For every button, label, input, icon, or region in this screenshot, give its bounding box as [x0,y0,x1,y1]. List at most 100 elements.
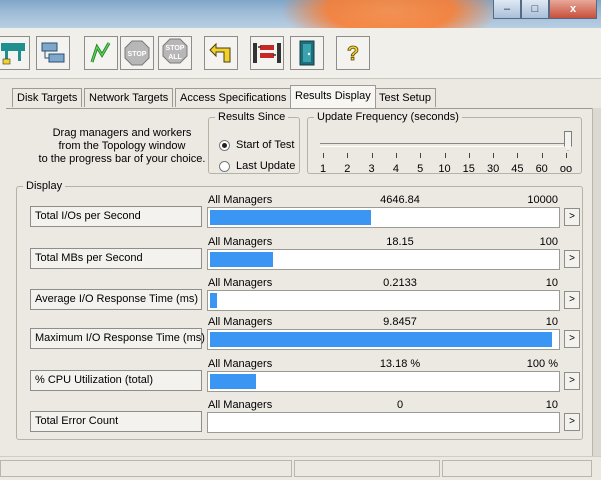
radio-last-update[interactable]: Last Update [219,160,295,172]
row-source-label: All Managers [208,358,273,370]
frequency-tick-label: 2 [344,163,351,175]
status-bar [0,456,601,480]
frequency-tick-label: oo [559,163,573,175]
svg-text:ALL: ALL [168,54,182,61]
close-button[interactable]: x [549,0,597,19]
progress-bar[interactable] [207,249,560,270]
row-source-label: All Managers [208,316,273,328]
tab-access-specifications[interactable]: Access Specifications [175,88,292,107]
update-frequency-title: Update Frequency (seconds) [317,111,459,123]
row-current-value: 0.2133 [383,277,417,289]
expand-button[interactable]: > [564,330,580,348]
svg-text:STOP: STOP [166,45,185,52]
expand-button[interactable]: > [564,250,580,268]
frequency-tick-mark [566,153,567,158]
row-current-value: 9.8457 [383,316,417,328]
drag-instructions: Drag managers and workers from the Topol… [22,127,222,166]
help-icon: ? [341,40,365,66]
tab-disk-targets[interactable]: Disk Targets [12,88,83,107]
network-workers-button[interactable] [36,36,70,70]
frequency-tick-mark [371,153,373,158]
metric-select-button[interactable]: Total Error Count [30,411,202,432]
radio-start-of-test-label: Start of Test [236,139,295,151]
metric-select-button[interactable]: % CPU Utilization (total) [30,370,202,391]
progress-bar-fill [210,293,217,308]
new-manager-button[interactable] [250,36,284,70]
title-bar-glow [280,0,500,28]
stop-all-button[interactable]: STOP ALL [158,36,192,70]
tab-network-targets[interactable]: Network Targets [84,88,174,107]
window-right-edge [592,108,601,479]
metric-select-button[interactable]: Average I/O Response Time (ms) [30,289,202,310]
help-button[interactable]: ? [336,36,370,70]
minimize-button[interactable]: – [493,0,521,19]
stop-all-icon: STOP ALL [161,38,189,68]
exit-button[interactable] [290,36,324,70]
reset-button[interactable] [204,36,238,70]
radio-unselected-icon [219,160,230,172]
new-manager-icon [252,40,282,66]
expand-button[interactable]: > [564,291,580,309]
frequency-tick-label: 30 [486,163,500,175]
exit-icon [294,39,320,67]
row-source-label: All Managers [208,399,273,411]
update-frequency-track [320,143,570,147]
expand-button[interactable]: > [564,372,580,390]
progress-bar-fill [210,332,552,347]
row-current-value: 4646.84 [380,194,420,206]
frequency-tick-label: 60 [535,163,548,175]
metric-select-button[interactable]: Total MBs per Second [30,248,202,269]
start-button[interactable] [84,36,118,70]
status-cell-2 [294,460,440,477]
frequency-tick-mark [395,153,397,158]
frequency-tick-mark [444,153,446,158]
svg-text:?: ? [347,43,359,65]
svg-text:STOP: STOP [128,51,147,58]
progress-bar[interactable] [207,329,560,350]
progress-bar[interactable] [207,412,560,433]
results-since-title: Results Since [218,111,286,123]
update-frequency-group: Update Frequency (seconds) 1 2 3 4 5 10 15 30 45… [307,111,582,175]
tab-results-display[interactable]: Results Display [290,85,376,108]
expand-button[interactable]: > [564,413,580,431]
tab-test-setup[interactable]: Test Setup [374,88,436,107]
row-source-label: All Managers [208,277,273,289]
topology-icon [0,40,27,66]
radio-selected-icon [219,139,230,151]
row-max-value: 10 [545,277,558,289]
frequency-tick-label: 1 [319,163,327,175]
row-current-value: 13.18 % [379,358,421,370]
frequency-tick-mark [493,153,495,158]
row-max-value: 100 % [526,358,558,370]
stop-icon: STOP [123,39,151,67]
stop-button[interactable]: STOP [120,36,154,70]
status-cell-3 [442,460,592,477]
frequency-tick-label: 45 [511,163,524,175]
toolbar: STOP STOP ALL ? [0,28,601,79]
frequency-tick-label: 4 [392,163,399,175]
row-current-value: 18.15 [386,236,414,248]
instructions-line-2: from the Topology window [58,140,186,152]
metric-select-button[interactable]: Maximum I/O Response Time (ms) [30,328,205,349]
progress-bar-fill [210,374,256,389]
maximize-button[interactable]: □ [521,0,549,19]
update-frequency-slider[interactable] [564,131,572,151]
row-max-value: 10 [545,399,558,411]
row-max-value: 10000 [527,194,558,206]
row-source-label: All Managers [208,236,273,248]
status-cell-1 [0,460,292,477]
frequency-tick-label: 3 [368,163,375,175]
metric-select-button[interactable]: Total I/Os per Second [30,206,202,227]
frequency-tick-label: 15 [462,163,475,175]
progress-bar[interactable] [207,290,560,311]
frequency-tick-label: 5 [417,163,424,175]
topology-button[interactable] [0,36,30,70]
reset-icon [208,40,234,66]
display-title: Display [26,180,63,192]
radio-start-of-test[interactable]: Start of Test [219,139,295,151]
progress-bar[interactable] [207,207,560,228]
results-since-group: Results Since Start of Test Last Update [208,111,300,174]
frequency-tick-mark [323,153,324,158]
progress-bar[interactable] [207,371,560,392]
expand-button[interactable]: > [564,208,580,226]
